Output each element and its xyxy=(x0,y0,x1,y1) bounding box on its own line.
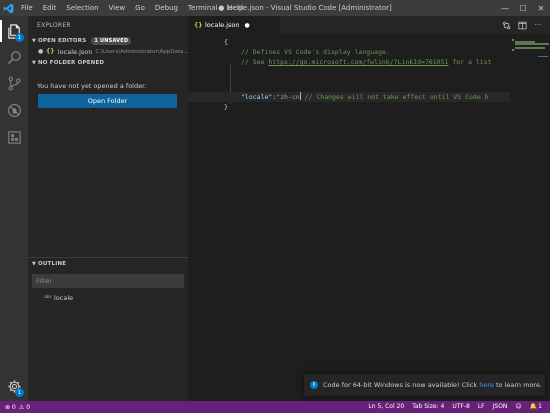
split-editor-icon[interactable] xyxy=(514,16,530,34)
open-changes-icon[interactable] xyxy=(498,16,514,34)
scroll-marker xyxy=(538,56,548,57)
dirty-dot-icon[interactable]: ● xyxy=(38,48,46,55)
tab-label: locale.json xyxy=(205,21,240,29)
explorer-activity[interactable]: 1 xyxy=(0,18,28,44)
close-button[interactable]: ✕ xyxy=(532,0,550,16)
code-comment: // See xyxy=(241,58,269,66)
update-notification[interactable]: i Code for 64-bit Windows is now availab… xyxy=(304,374,545,396)
encoding[interactable]: UTF-8 xyxy=(448,401,474,413)
json-key: "locale" xyxy=(241,93,273,101)
outline-header[interactable]: ▼ OUTLINE xyxy=(28,258,188,269)
search-activity[interactable] xyxy=(0,44,28,70)
editor-actions: ··· xyxy=(498,16,546,34)
source-control-icon xyxy=(8,76,20,90)
no-folder-label: NO FOLDER OPENED xyxy=(38,59,105,66)
code-line: 1 { xyxy=(188,37,510,47)
open-folder-button[interactable]: Open Folder xyxy=(38,94,177,108)
code-comment: // Defines VS Code's display language. xyxy=(241,48,390,56)
extensions-activity[interactable] xyxy=(0,124,28,150)
open-editors-label: OPEN EDITORS xyxy=(38,37,87,44)
menu-debug[interactable]: Debug xyxy=(150,0,183,16)
code-line: 3 // See https://go.microsoft.com/fwlink… xyxy=(188,57,510,67)
more-actions-icon[interactable]: ··· xyxy=(530,16,546,34)
menu-selection[interactable]: Selection xyxy=(61,0,103,16)
window-controls: — ☐ ✕ xyxy=(496,0,550,16)
no-folder-header[interactable]: ▼ NO FOLDER OPENED xyxy=(28,57,188,68)
explorer-sidebar: EXPLORER ▼ OPEN EDITORS 1 UNSAVED ● {} l… xyxy=(28,16,188,401)
open-editor-path: C:\Users\Administrator\AppData... xyxy=(95,48,188,55)
json-value: "zh-cn xyxy=(276,93,300,101)
outline-filter-input[interactable] xyxy=(32,274,184,288)
problems-status[interactable]: ⊗ 0 ⚠ 0 xyxy=(0,404,33,411)
code-comment: for a list xyxy=(448,58,492,66)
code-text: // See https://go.microsoft.com/fwlink/?… xyxy=(241,57,491,67)
settings-activity[interactable]: 1 xyxy=(0,373,28,399)
tab-dirty-icon[interactable]: ● xyxy=(245,22,250,29)
activity-bar: 1 1 xyxy=(0,16,28,401)
window-title: ● locale.json - Visual Studio Code [Admi… xyxy=(218,4,392,12)
notification-count: 1 xyxy=(538,403,542,410)
code-editor[interactable]: 1 { 2 // Defines VS Code's display langu… xyxy=(188,34,550,334)
code-text: { xyxy=(224,38,228,46)
bell-icon[interactable]: 🔔 xyxy=(526,401,537,413)
notification-text: Code for 64-bit Windows is now available… xyxy=(323,381,542,389)
vscode-logo-icon xyxy=(0,0,16,16)
unsaved-badge: 1 UNSAVED xyxy=(91,36,132,45)
notification-message-end: to learn more. xyxy=(493,381,543,389)
minimap-line xyxy=(512,39,514,41)
explorer-badge: 1 xyxy=(15,33,24,42)
info-icon: i xyxy=(310,381,318,389)
outline-item-label: locale xyxy=(54,293,74,302)
menu-file[interactable]: File xyxy=(16,0,38,16)
warnings-count: 0 xyxy=(26,403,31,411)
code-line: 4 xyxy=(188,67,510,77)
string-symbol-icon: abc xyxy=(44,295,53,300)
notification-message: Code for 64-bit Windows is now available… xyxy=(323,381,480,389)
code-line: 2 // Defines VS Code's display language. xyxy=(188,47,510,57)
open-editor-item[interactable]: ● {} locale.json C:\Users\Administrator\… xyxy=(28,46,188,57)
minimap-line xyxy=(512,49,514,51)
code-text: } xyxy=(224,103,228,111)
notification-link[interactable]: here xyxy=(479,381,494,389)
minimize-button[interactable]: — xyxy=(496,0,514,16)
line-ending[interactable]: LF xyxy=(474,401,489,413)
tab-size[interactable]: Tab Size: 4 xyxy=(408,401,448,413)
sidebar-title: EXPLORER xyxy=(37,22,71,29)
title-bar: File Edit Selection View Go Debug Termin… xyxy=(0,0,550,16)
editor-area: {} locale.json ● ··· 1 { 2 // Defines VS… xyxy=(188,16,550,401)
cursor-position[interactable]: Ln 5, Col 20 xyxy=(364,401,408,413)
maximize-button[interactable]: ☐ xyxy=(514,0,532,16)
code-text: "locale":"zh-cn // Changes will not take… xyxy=(241,92,489,102)
menu-view[interactable]: View xyxy=(104,0,131,16)
menu-go[interactable]: Go xyxy=(130,0,150,16)
search-icon xyxy=(7,50,21,64)
code-line: 6 } xyxy=(188,102,510,112)
code-link[interactable]: https://go.microsoft.com/fwlink/?LinkId=… xyxy=(268,58,448,66)
json-file-icon: {} xyxy=(194,21,203,29)
outline-section: ▼ OUTLINE abc locale xyxy=(28,257,188,303)
no-folder-message: You have not yet opened a folder. xyxy=(37,82,147,90)
language-mode[interactable]: JSON xyxy=(489,401,512,413)
tab-locale-json[interactable]: {} locale.json ● xyxy=(188,16,280,34)
outline-label: OUTLINE xyxy=(38,260,67,267)
errors-count: 0 xyxy=(12,403,16,411)
open-editors-header[interactable]: ▼ OPEN EDITORS 1 UNSAVED xyxy=(28,35,188,46)
status-bar: ⊗ 0 ⚠ 0 Ln 5, Col 20 Tab Size: 4 UTF-8 L… xyxy=(0,401,550,413)
active-indicator xyxy=(0,20,2,42)
tab-bar: {} locale.json ● ··· xyxy=(188,16,550,34)
vertical-scrollbar[interactable] xyxy=(536,34,550,401)
debug-activity[interactable] xyxy=(0,97,28,123)
open-editor-name: locale.json xyxy=(57,47,93,56)
code-comment: // Changes will not take effect until VS… xyxy=(300,93,489,101)
current-code-line: 5 "locale":"zh-cn // Changes will not ta… xyxy=(188,92,510,102)
source-control-activity[interactable] xyxy=(0,70,28,96)
outline-item[interactable]: abc locale xyxy=(28,292,188,303)
extensions-icon xyxy=(7,130,21,144)
status-bar-right: Ln 5, Col 20 Tab Size: 4 UTF-8 LF JSON ☺… xyxy=(364,401,546,413)
menu-edit[interactable]: Edit xyxy=(38,0,62,16)
feedback-icon[interactable]: ☺ xyxy=(511,401,525,413)
json-file-icon: {} xyxy=(45,48,55,55)
settings-badge: 1 xyxy=(15,388,24,397)
debug-icon xyxy=(7,103,21,117)
